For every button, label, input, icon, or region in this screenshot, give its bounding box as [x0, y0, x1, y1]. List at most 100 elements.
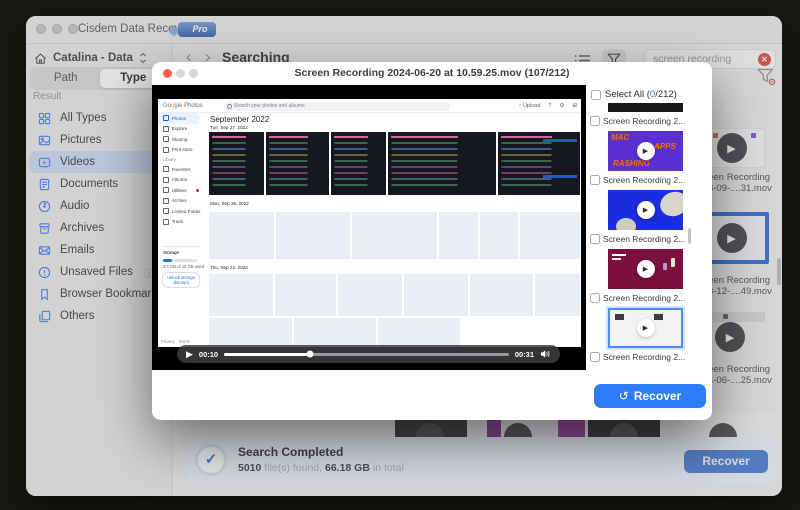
gp-storage-button: Unlock storage discount — [162, 272, 200, 288]
window-titlebar: Cisdem Data Recovery ◆ Pro — [26, 16, 782, 44]
gp-photo-row — [209, 274, 580, 316]
play-icon[interactable]: ▶ — [637, 319, 655, 337]
minimize-window-button[interactable] — [52, 24, 62, 34]
sidebar-item-videos[interactable]: Videos — [29, 151, 170, 173]
gp-photo-placeholder — [275, 274, 336, 316]
play-button[interactable]: ▶ — [186, 350, 193, 359]
sidebar-item-label: Browser Bookmarks — [60, 288, 163, 300]
gp-photo-placeholder — [378, 318, 460, 347]
list-item[interactable]: ▶ Screen Recording 2... — [586, 249, 712, 304]
chevron-up-down-icon — [139, 52, 147, 64]
pro-badge: Pro — [178, 22, 216, 37]
status-detail: 5010 file(s) found, 66.18 GB in total — [238, 462, 404, 474]
item-checkbox[interactable] — [590, 175, 600, 185]
gp-storage-progress-fill — [163, 259, 172, 262]
item-checkbox[interactable] — [590, 293, 600, 303]
item-checkbox[interactable] — [590, 352, 600, 362]
gp-search-bar: Search your photos and albums — [224, 102, 450, 111]
gp-photo-placeholder — [209, 318, 292, 347]
close-window-button[interactable] — [36, 24, 46, 34]
play-icon[interactable]: ▶ — [637, 260, 655, 278]
gp-topbar-actions: ↑ Upload ? ⚙ ⊞ — [511, 99, 577, 113]
gp-date: Tue, Sep 27, 2022 — [210, 125, 248, 130]
filter-reset-icon[interactable] — [757, 68, 776, 91]
gp-photo-placeholder — [338, 274, 402, 316]
list-item[interactable]: MAC APPS RASHING ▶ Screen Recording 2... — [586, 131, 712, 186]
list-item-selected[interactable]: ▶ Screen Recording 2... — [586, 308, 712, 363]
item-checkbox[interactable] — [590, 116, 600, 126]
gp-nav-print-store: Print store — [158, 145, 205, 156]
modal-recover-button[interactable]: ↺Recover — [594, 384, 706, 408]
recover-button[interactable]: Recover — [684, 450, 768, 473]
gp-photo-row — [209, 132, 580, 195]
sidebar-item-pictures[interactable]: Pictures — [29, 129, 170, 151]
sidebar-item-label: Unsaved Files — [60, 266, 133, 278]
gp-logo-google: Google — [163, 103, 182, 109]
video-thumbnail[interactable] — [608, 103, 683, 112]
gp-photo-placeholder — [209, 274, 273, 316]
video-frame-google-photos: Google Photos Search your photos and alb… — [158, 99, 581, 347]
play-icon[interactable]: ▶ — [637, 142, 655, 160]
video-thumbnail[interactable]: ▶ — [608, 308, 683, 348]
gp-photo-placeholder — [470, 274, 533, 316]
sidebar-item-all-types[interactable]: All Types — [29, 107, 170, 129]
gp-photo-placeholder — [331, 132, 386, 195]
video-thumbnail[interactable]: ▶ — [608, 249, 683, 289]
seek-bar[interactable] — [224, 353, 509, 356]
zoom-window-button[interactable] — [68, 24, 78, 34]
sidebar-item-label: Pictures — [60, 134, 102, 146]
gp-date: Mon, Sep 26, 2022 — [210, 201, 249, 206]
sidebar-item-others[interactable]: Others — [29, 305, 170, 327]
player-progress-fill — [224, 353, 309, 356]
exclamation-circle-icon — [38, 266, 51, 279]
gp-nav-explore: Explore — [158, 124, 205, 135]
play-icon[interactable]: ▶ — [637, 201, 655, 219]
select-all-checkbox[interactable] — [591, 90, 601, 100]
gp-photo-placeholder — [535, 274, 580, 316]
item-checkbox[interactable] — [590, 234, 600, 244]
document-icon — [38, 178, 51, 191]
thumbnail-detail — [654, 314, 663, 320]
scrollbar-thumb[interactable] — [688, 228, 691, 244]
play-icon[interactable]: ▶ — [717, 133, 747, 163]
play-icon[interactable]: ▶ — [717, 223, 747, 253]
play-icon[interactable]: ▶ — [715, 322, 745, 352]
gp-date: Thu, Sep 22, 2022 — [210, 265, 248, 270]
status-bar: ✓ Search Completed 5010 file(s) found, 6… — [186, 437, 777, 484]
recording-list: Screen Recording 2... MAC APPS RASHING ▶… — [586, 103, 712, 367]
volume-icon[interactable] — [540, 349, 551, 359]
clear-search-icon[interactable]: ✕ — [758, 53, 771, 66]
gp-photo-row — [209, 318, 580, 347]
video-thumbnail[interactable]: ▶ — [608, 190, 683, 230]
select-all-row[interactable]: Select All (0/212) — [591, 89, 677, 100]
status-title: Search Completed — [238, 445, 343, 459]
sidebar-item-label: Archives — [60, 222, 104, 234]
audio-icon — [38, 200, 51, 213]
scrollbar-thumb[interactable] — [777, 258, 781, 285]
sidebar-item-archives[interactable]: Archives — [29, 217, 170, 239]
drive-selector[interactable]: Catalina - Data — [34, 50, 147, 66]
sidebar-item-documents[interactable]: Documents — [29, 173, 170, 195]
sidebar-item-label: Audio — [60, 200, 89, 212]
thumbnail-detail — [663, 263, 667, 270]
grid-icon — [38, 112, 51, 125]
list-item[interactable]: Screen Recording 2... — [586, 103, 712, 127]
sidebar-item-label: Videos — [60, 156, 95, 168]
sidebar-item-audio[interactable]: Audio — [29, 195, 170, 217]
gp-lib-utilities: Utilities — [158, 185, 205, 196]
gp-library-label: Library — [158, 155, 205, 164]
thumbnail-detail — [671, 258, 675, 267]
tab-path[interactable]: Path — [32, 69, 100, 88]
gp-apps-icon: ⊞ — [572, 103, 577, 109]
sidebar-item-emails[interactable]: Emails — [29, 239, 170, 261]
gp-lib-archive: Archive — [158, 196, 205, 207]
email-icon — [38, 244, 51, 257]
thumbnail-text: RASHING — [613, 160, 650, 168]
thumbnail-detail — [713, 133, 718, 138]
video-thumbnail[interactable]: MAC APPS RASHING ▶ — [608, 131, 683, 171]
list-item[interactable]: ▶ Screen Recording 2... — [586, 190, 712, 245]
sidebar-item-browser-bookmarks[interactable]: Browser Bookmarks — [29, 283, 170, 305]
sidebar-item-unsaved-files[interactable]: Unsaved Files ⓘ — [29, 261, 170, 283]
player-scrubber-handle[interactable] — [306, 351, 313, 358]
modal-titlebar: Screen Recording 2024-06-20 at 10.59.25.… — [152, 62, 712, 85]
